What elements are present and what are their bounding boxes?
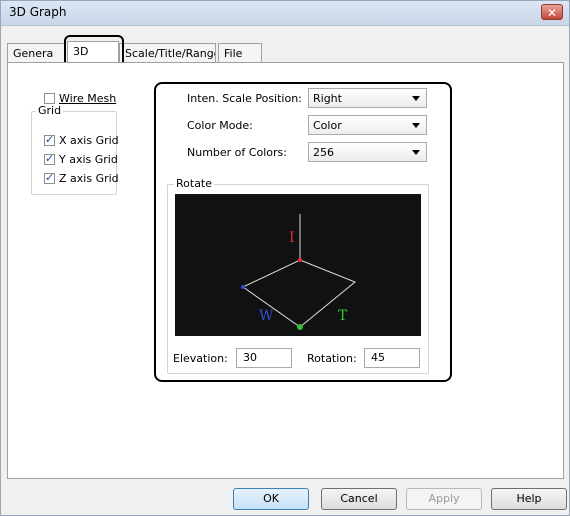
y-axis-grid-box[interactable]	[44, 152, 55, 165]
tab-scale-title-range[interactable]: Scale/Title/Range	[119, 43, 216, 63]
inten-scale-position-value: Right	[313, 92, 342, 105]
t-axis-point	[297, 324, 303, 330]
title-bar: 3D Graph ✕	[1, 1, 569, 26]
number-of-colors-label: Number of Colors:	[187, 146, 287, 159]
color-mode-select[interactable]: Color	[308, 115, 427, 135]
window-title: 3D Graph	[9, 5, 67, 19]
z-axis-grid-label: Z axis Grid	[59, 171, 119, 185]
tab-general[interactable]: Genera	[7, 43, 65, 63]
w-axis-label: W	[259, 308, 274, 324]
axis-preview-graphic: I W T	[241, 214, 356, 330]
x-axis-grid-checkbox[interactable]: X axis Grid	[44, 133, 119, 147]
z-axis-grid-box[interactable]	[44, 171, 55, 184]
wire-mesh-checkbox[interactable]: Wire Mesh	[44, 91, 116, 105]
chevron-down-icon	[412, 96, 420, 101]
t-axis-label: T	[338, 308, 348, 324]
inten-scale-position-label: Inten. Scale Position:	[187, 92, 302, 105]
grid-group-label: Grid	[36, 104, 64, 117]
chevron-down-icon	[412, 123, 420, 128]
inten-scale-position-select[interactable]: Right	[308, 88, 427, 108]
rotation-label: Rotation:	[307, 352, 357, 365]
i-axis-point	[298, 258, 302, 262]
wire-mesh-box[interactable]	[44, 92, 55, 104]
y-axis-grid-checkbox[interactable]: Y axis Grid	[44, 152, 118, 166]
color-mode-value: Color	[313, 119, 342, 132]
elevation-input[interactable]: 30	[236, 348, 292, 368]
ok-button[interactable]: OK	[233, 488, 309, 510]
number-of-colors-value: 256	[313, 146, 334, 159]
dialog-window: 3D Graph ✕ Genera 3D Scale/Title/Range F…	[0, 0, 570, 516]
chevron-down-icon	[412, 150, 420, 155]
y-axis-grid-label: Y axis Grid	[59, 152, 118, 166]
rotation-input[interactable]: 45	[364, 348, 420, 368]
apply-button[interactable]: Apply	[406, 488, 482, 510]
wire-mesh-label: Wire Mesh	[59, 91, 117, 105]
help-button[interactable]: Help	[491, 488, 567, 510]
elevation-label: Elevation:	[173, 352, 228, 365]
rotate-group-label: Rotate	[174, 177, 215, 190]
close-button[interactable]: ✕	[541, 4, 563, 20]
color-mode-label: Color Mode:	[187, 119, 253, 132]
number-of-colors-select[interactable]: 256	[308, 142, 427, 162]
tab-file[interactable]: File	[218, 43, 262, 63]
i-axis-label: I	[289, 230, 295, 246]
z-axis-grid-checkbox[interactable]: Z axis Grid	[44, 171, 119, 185]
w-axis-point	[241, 285, 245, 289]
x-axis-grid-label: X axis Grid	[59, 133, 119, 147]
rotate-preview-canvas[interactable]: I W T	[175, 194, 421, 336]
cancel-button[interactable]: Cancel	[321, 488, 397, 510]
x-axis-grid-box[interactable]	[44, 133, 55, 146]
